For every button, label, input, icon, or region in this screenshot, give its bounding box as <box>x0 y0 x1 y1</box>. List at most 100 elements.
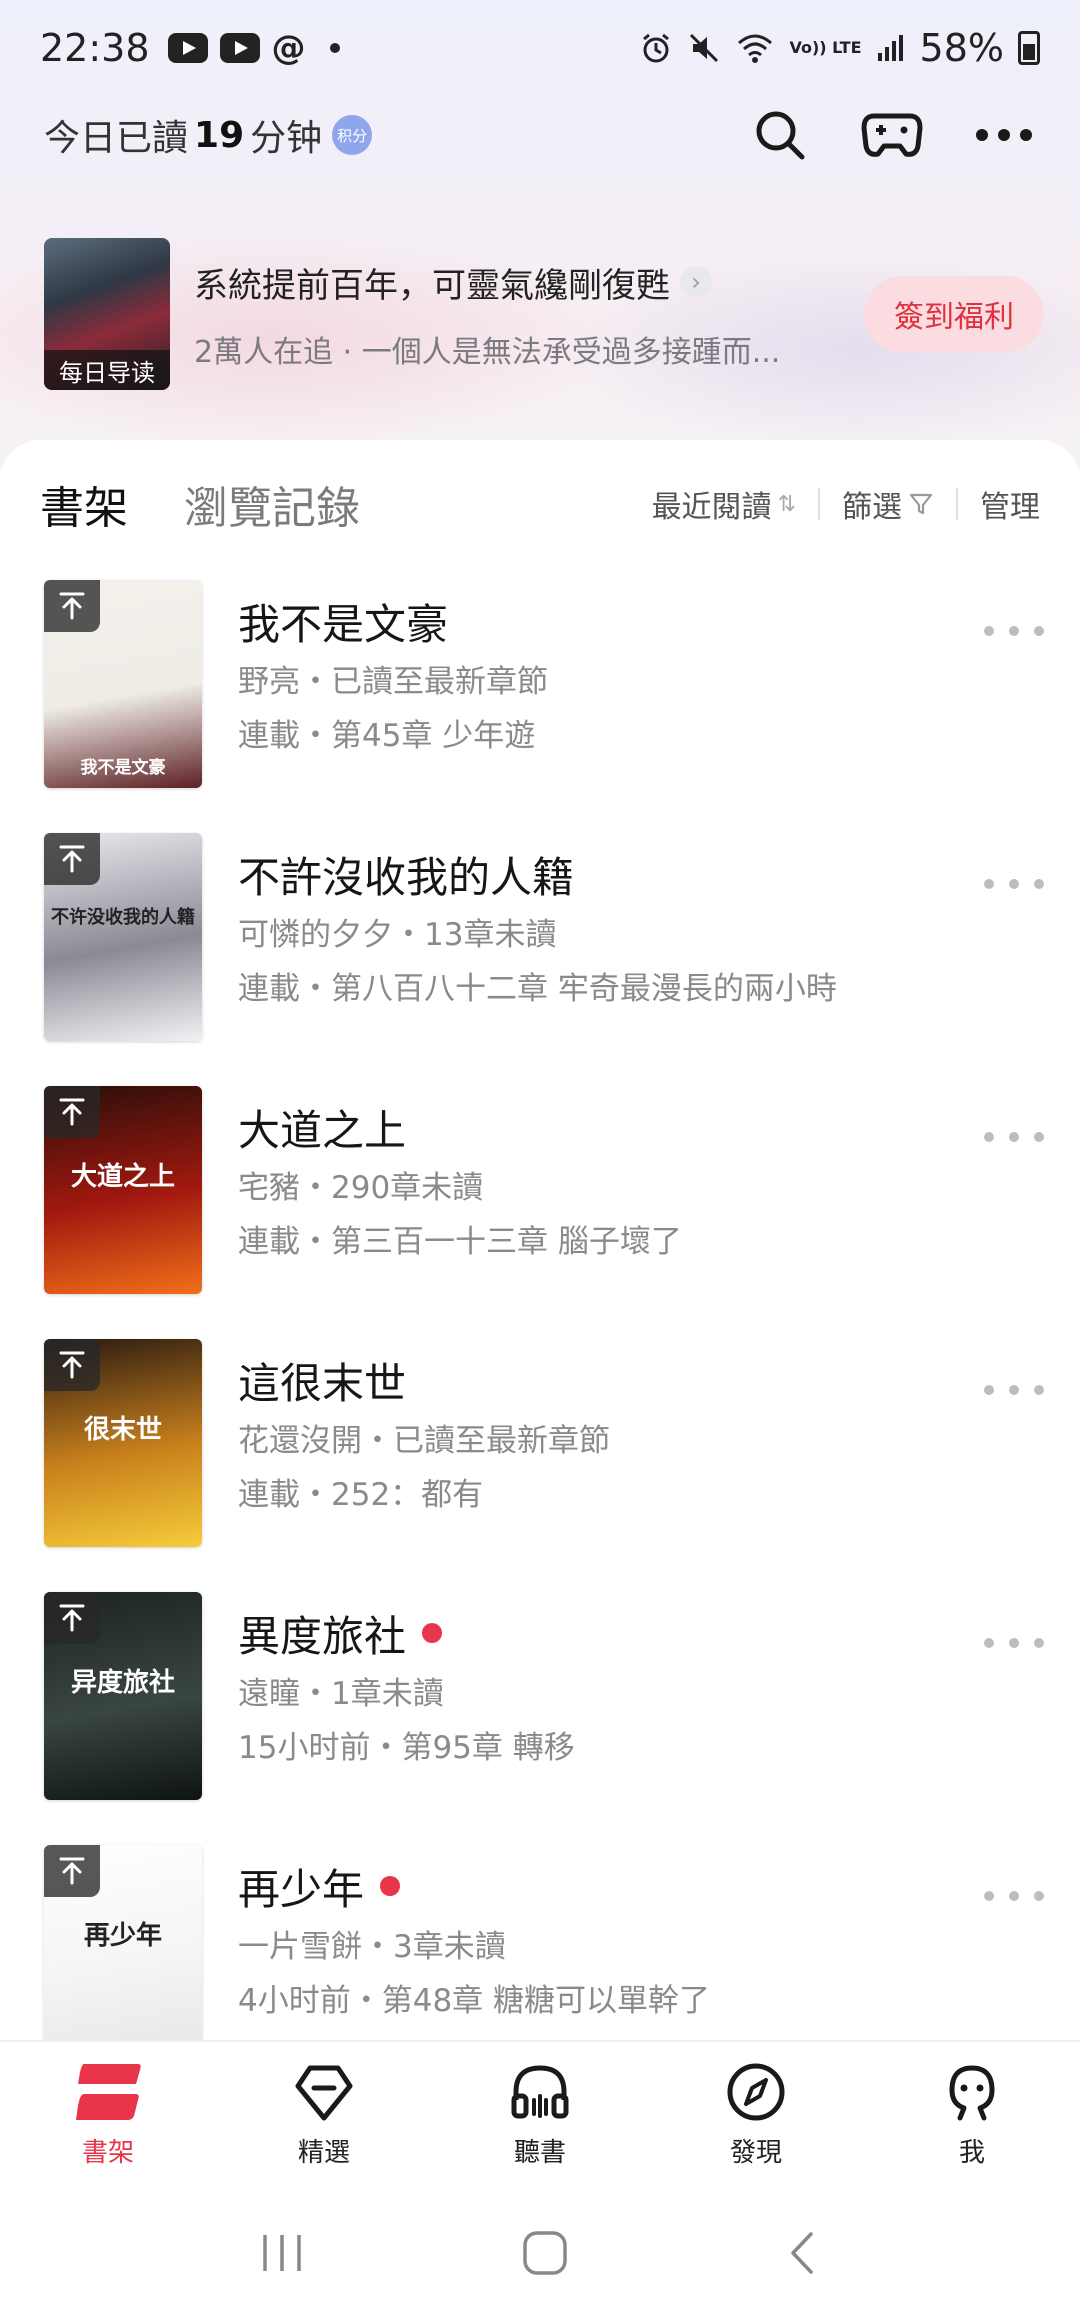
more-dot-icon <box>1034 626 1044 636</box>
divider <box>818 488 820 520</box>
headphones-icon <box>511 2065 569 2119</box>
divider <box>956 488 958 520</box>
book-title[interactable]: 再少年 <box>238 1859 938 1914</box>
game-center-button[interactable] <box>860 103 924 167</box>
book-title[interactable]: 我不是文豪 <box>238 594 938 649</box>
book-title-text: 這很末世 <box>238 1358 407 1408</box>
filter-label: 篩選 <box>842 490 902 525</box>
mute-icon <box>690 33 719 63</box>
back-icon[interactable] <box>783 2228 823 2278</box>
more-options-button[interactable] <box>972 103 1036 167</box>
tab-bookshelf[interactable]: 書架 <box>35 472 128 539</box>
status-bar: 22:38 @ Vo)) LTE 58% <box>0 0 1080 96</box>
more-dot-icon <box>1009 1891 1019 1901</box>
more-dot-icon <box>984 879 994 889</box>
daily-recommendation-banner[interactable]: 每日导读 系統提前百年，可靈氣纔剛復甦 › 2萬人在追 · 一個人是無法承受過多… <box>44 238 1044 390</box>
sign-in-rewards-button[interactable]: 簽到福利 <box>864 276 1044 352</box>
nav-featured[interactable]: 精選 <box>216 2042 432 2190</box>
chevron-right-icon: › <box>680 266 712 298</box>
more-dot-icon <box>1034 879 1044 889</box>
diamond-icon <box>295 2065 353 2121</box>
more-dot-icon <box>984 1891 994 1901</box>
cover-title-text: 我不是文豪 <box>80 758 166 778</box>
book-title[interactable]: 異度旅社 <box>238 1606 938 1661</box>
status-indicators: Vo)) LTE 58% <box>639 26 1040 70</box>
cover-title-text: 再少年 <box>83 1921 162 1951</box>
book-title[interactable]: 不許沒收我的人籍 <box>238 847 938 902</box>
sort-label: 最近閱讀 <box>651 490 772 525</box>
daily-guide-tag: 每日导读 <box>44 350 170 390</box>
promo-title-text: 系統提前百年，可靈氣纔剛復甦 <box>194 265 670 306</box>
book-title-text: 不許沒收我的人籍 <box>238 852 575 902</box>
search-button[interactable] <box>748 103 812 167</box>
book-item[interactable]: 异度旅社 異度旅社遠瞳・1章未讀 15小时前・第95章 轉移 <box>0 1592 1080 1845</box>
cover-title-text: 很末世 <box>83 1415 162 1445</box>
book-latest-chapter: 連載・252：都有 <box>238 1477 484 1513</box>
book-cover[interactable]: 大道之上 <box>44 1086 202 1294</box>
reading-time[interactable]: 今日已讀 19 分钟 积分 <box>44 109 373 161</box>
more-dot-icon <box>1009 1385 1019 1395</box>
book-cover[interactable]: 不许没收我的人籍 <box>44 833 202 1041</box>
promo-book-cover[interactable]: 每日导读 <box>44 238 170 390</box>
nav-audiobooks[interactable]: 聽書 <box>432 2042 648 2190</box>
book-author-progress: 一片雪餅・3章未讀 <box>238 1929 506 1965</box>
book-author-progress: 花還沒開・已讀至最新章節 <box>238 1423 610 1459</box>
manage-button[interactable]: 管理 <box>980 482 1040 526</box>
tab-history[interactable]: 瀏覽記錄 <box>184 472 360 536</box>
top-header: 今日已讀 19 分钟 积分 <box>0 100 1080 170</box>
filter-button[interactable]: 篩選 <box>842 482 934 526</box>
book-title[interactable]: 這很末世 <box>238 1353 938 1408</box>
book-item[interactable]: 大道之上 大道之上 宅豬・290章未讀 連載・第三百一十三章 腦子壞了 <box>0 1086 1080 1339</box>
nav-discover-label: 發現 <box>729 2138 782 2168</box>
book-more-button[interactable] <box>984 1375 1044 1405</box>
book-item[interactable]: 很末世 這很末世花還沒開・已讀至最新章節 連載・252：都有 <box>0 1339 1080 1592</box>
more-dot-icon <box>1009 626 1019 636</box>
book-more-button[interactable] <box>984 1122 1044 1152</box>
pin-top-icon <box>44 580 100 632</box>
signal-icon <box>877 35 903 61</box>
cover-title-text: 不许没收我的人籍 <box>51 907 195 928</box>
book-author-progress: 可憐的夕夕・13章未讀 <box>238 917 557 953</box>
gamepad-icon <box>861 113 923 157</box>
book-more-button[interactable] <box>984 1628 1044 1658</box>
sort-recent-button[interactable]: 最近閱讀 ⇅ <box>652 482 796 526</box>
pin-top-icon <box>44 833 100 885</box>
book-title-text: 大道之上 <box>238 1105 407 1155</box>
book-item[interactable]: 我不是文豪 我不是文豪 野亮・已讀至最新章節 連載・第45章 少年遊 <box>0 580 1080 833</box>
points-badge[interactable]: 积分 <box>332 115 373 155</box>
more-dot-icon <box>1034 1385 1044 1395</box>
more-dot-icon <box>1009 1638 1019 1648</box>
more-dot-icon <box>984 1132 994 1142</box>
youtube-music-icon <box>219 33 260 63</box>
home-icon[interactable] <box>520 2228 570 2278</box>
more-dot-icon <box>984 626 994 636</box>
nav-me[interactable]: 我 <box>864 2042 1080 2190</box>
compass-icon <box>727 2063 785 2121</box>
threads-icon: @ <box>271 28 306 68</box>
bookshelf-sheet: 書架 瀏覽記錄 最近閱讀 ⇅ 篩選 管理 我不是文豪 我不是文豪 野亮・已讀至最新章… <box>0 440 1080 2053</box>
book-more-button[interactable] <box>984 869 1044 899</box>
more-dot-icon <box>984 1385 994 1395</box>
book-cover[interactable]: 我不是文豪 <box>44 580 202 788</box>
book-more-button[interactable] <box>984 616 1044 646</box>
book-author-progress: 遠瞳・1章未讀 <box>238 1676 444 1712</box>
nav-discover[interactable]: 發現 <box>648 2042 864 2190</box>
recent-apps-icon[interactable] <box>257 2231 307 2275</box>
sort-icon: ⇅ <box>777 491 796 517</box>
book-title[interactable]: 大道之上 <box>238 1100 938 1155</box>
book-cover[interactable]: 再少年 <box>44 1845 202 2053</box>
nav-audiobooks-label: 聽書 <box>513 2138 566 2168</box>
shelf-tabs: 書架 瀏覽記錄 最近閱讀 ⇅ 篩選 管理 <box>0 464 1080 544</box>
book-more-button[interactable] <box>984 1881 1044 1911</box>
book-cover[interactable]: 异度旅社 <box>44 1592 202 1800</box>
more-dot-icon <box>984 1638 994 1648</box>
more-dot-icon <box>1009 879 1019 889</box>
book-item[interactable]: 不许没收我的人籍 不許沒收我的人籍 可憐的夕夕・13章未讀 連載・第八百八十二章 牢奇… <box>0 833 1080 1086</box>
nav-bookshelf[interactable]: 書架 <box>0 2042 216 2190</box>
pin-top-icon <box>44 1592 100 1644</box>
book-cover[interactable]: 很末世 <box>44 1339 202 1547</box>
nav-featured-label: 精選 <box>297 2138 350 2168</box>
tab-bookshelf-label: 書架 <box>40 483 128 534</box>
pin-top-icon <box>44 1845 100 1897</box>
book-latest-chapter: 15小时前・第95章 轉移 <box>238 1730 575 1766</box>
